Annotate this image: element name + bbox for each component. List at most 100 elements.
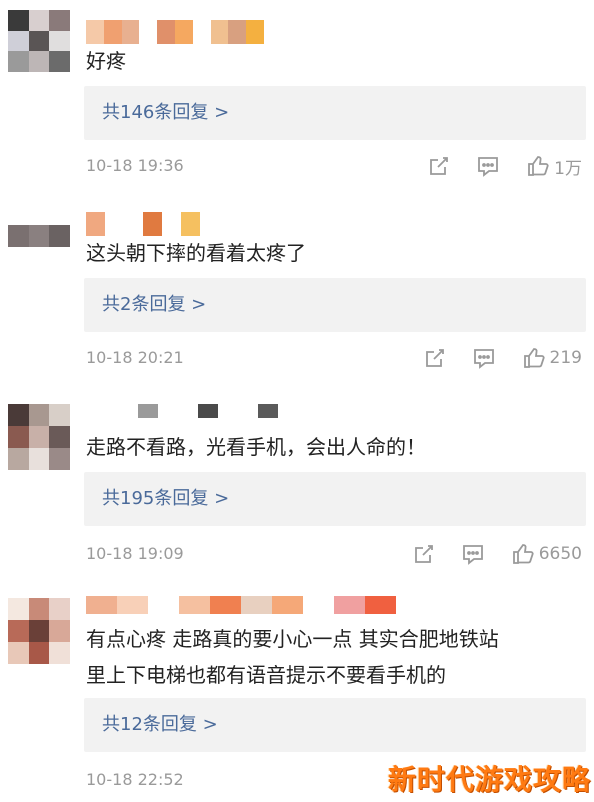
username-pixel bbox=[192, 20, 211, 44]
like-count: 219 bbox=[549, 348, 582, 368]
like-icon bbox=[528, 156, 549, 176]
username-pixel bbox=[210, 20, 229, 44]
avatar-pixel bbox=[8, 448, 29, 470]
avatar-pixel bbox=[28, 51, 50, 72]
username-pixel bbox=[238, 404, 258, 418]
avatar-pixel bbox=[28, 642, 50, 664]
username-pixelated[interactable] bbox=[118, 404, 278, 418]
comment-3: 走路不看路，光看手机，会出人命的！ 共195条回复 > 10-18 19:09 … bbox=[0, 386, 594, 578]
username-pixel bbox=[123, 212, 143, 236]
username-pixel bbox=[303, 596, 334, 614]
username-pixelated[interactable] bbox=[86, 212, 200, 236]
view-replies-link[interactable]: 共195条回复 > bbox=[102, 472, 229, 526]
username-pixel bbox=[334, 596, 365, 614]
avatar-pixel bbox=[8, 598, 29, 620]
comment-text-line-1: 有点心疼 走路真的要小心一点 其实合肥地铁站 bbox=[86, 627, 499, 651]
timestamp: 10-18 20:21 bbox=[86, 348, 184, 367]
avatar-pixel bbox=[28, 30, 50, 52]
watermark: 新时代游戏攻略 bbox=[388, 763, 592, 796]
avatar[interactable] bbox=[8, 404, 70, 470]
comment-icon[interactable] bbox=[472, 347, 496, 369]
avatar[interactable] bbox=[8, 204, 70, 268]
share-icon[interactable] bbox=[413, 543, 435, 565]
avatar-pixel bbox=[28, 620, 50, 642]
timestamp: 10-18 22:52 bbox=[86, 770, 184, 789]
username-pixel bbox=[210, 596, 241, 614]
avatar-pixel bbox=[49, 598, 70, 620]
action-bar: 1万 bbox=[428, 151, 582, 181]
avatar-pixel bbox=[28, 10, 50, 31]
share-icon[interactable] bbox=[428, 155, 450, 177]
avatar-pixel bbox=[49, 51, 70, 72]
like-icon bbox=[523, 348, 545, 368]
username-pixel bbox=[258, 404, 278, 418]
like-count: 1万 bbox=[554, 158, 582, 179]
comment-text: 好疼 bbox=[86, 49, 126, 73]
comment-1: 好疼 共146条回复 > 10-18 19:36 1万 bbox=[0, 0, 594, 192]
comment-text-line-2: 里上下电梯也都有语音提示不要看手机的 bbox=[86, 663, 446, 687]
share-icon[interactable] bbox=[424, 347, 446, 369]
avatar-pixel bbox=[49, 642, 70, 664]
username-pixel bbox=[117, 596, 148, 614]
comment-2: 这头朝下摔的看着太疼了 共2条回复 > 10-18 20:21 219 bbox=[0, 192, 594, 384]
comment-text: 这头朝下摔的看着太疼了 bbox=[86, 241, 306, 265]
username-pixel bbox=[86, 212, 105, 236]
username-pixel bbox=[241, 596, 272, 614]
avatar-pixel bbox=[8, 404, 29, 426]
avatar-pixel bbox=[49, 246, 70, 268]
username-pixel bbox=[272, 596, 303, 614]
like-button[interactable]: 1万 bbox=[526, 154, 582, 179]
username-pixel bbox=[228, 20, 247, 44]
username-pixel bbox=[104, 212, 124, 236]
comment-text: 走路不看路，光看手机，会出人命的！ bbox=[86, 435, 426, 459]
username-pixelated[interactable] bbox=[86, 20, 264, 44]
comment-icon[interactable] bbox=[476, 155, 500, 177]
like-button[interactable]: 219 bbox=[522, 346, 582, 370]
username-pixel bbox=[246, 20, 264, 44]
reply-box: 共12条回复 > bbox=[84, 698, 586, 752]
avatar-pixel bbox=[8, 620, 29, 642]
username-pixel bbox=[121, 20, 140, 44]
reply-box: 共195条回复 > bbox=[84, 472, 586, 526]
avatar-pixel bbox=[8, 51, 29, 72]
avatar-pixel bbox=[8, 426, 29, 448]
username-pixelated[interactable] bbox=[86, 596, 396, 614]
avatar-pixel bbox=[28, 404, 50, 426]
avatar-pixel bbox=[28, 448, 50, 470]
username-pixel bbox=[157, 20, 175, 44]
view-replies-link[interactable]: 共12条回复 > bbox=[102, 698, 218, 752]
username-pixel bbox=[118, 404, 138, 418]
avatar-pixel bbox=[49, 620, 70, 642]
username-pixel bbox=[139, 20, 158, 44]
username-pixel bbox=[198, 404, 218, 418]
avatar-pixel bbox=[8, 642, 29, 664]
username-pixel bbox=[365, 596, 396, 614]
username-pixel bbox=[103, 20, 122, 44]
avatar-pixel bbox=[28, 225, 50, 247]
username-pixel bbox=[174, 20, 193, 44]
like-button[interactable]: 6650 bbox=[511, 542, 582, 566]
reply-box: 共146条回复 > bbox=[84, 86, 586, 140]
avatar-pixel bbox=[8, 204, 29, 226]
avatar-pixel bbox=[8, 10, 29, 31]
like-icon bbox=[512, 544, 534, 564]
action-bar: 219 bbox=[424, 343, 582, 373]
username-pixel bbox=[148, 596, 179, 614]
avatar-pixel bbox=[49, 426, 70, 448]
avatar-pixel bbox=[49, 10, 70, 31]
comment-icon[interactable] bbox=[461, 543, 485, 565]
avatar[interactable] bbox=[8, 10, 70, 72]
username-pixel bbox=[218, 404, 238, 418]
avatar-pixel bbox=[28, 246, 50, 268]
username-pixel bbox=[86, 20, 104, 44]
avatar[interactable] bbox=[8, 598, 70, 664]
view-replies-link[interactable]: 共146条回复 > bbox=[102, 86, 229, 140]
username-pixel bbox=[161, 212, 181, 236]
timestamp: 10-18 19:36 bbox=[86, 156, 184, 175]
avatar-pixel bbox=[49, 225, 70, 247]
avatar-pixel bbox=[28, 426, 50, 448]
view-replies-link[interactable]: 共2条回复 > bbox=[102, 278, 206, 332]
timestamp: 10-18 19:09 bbox=[86, 544, 184, 563]
reply-box: 共2条回复 > bbox=[84, 278, 586, 332]
username-pixel bbox=[138, 404, 158, 418]
